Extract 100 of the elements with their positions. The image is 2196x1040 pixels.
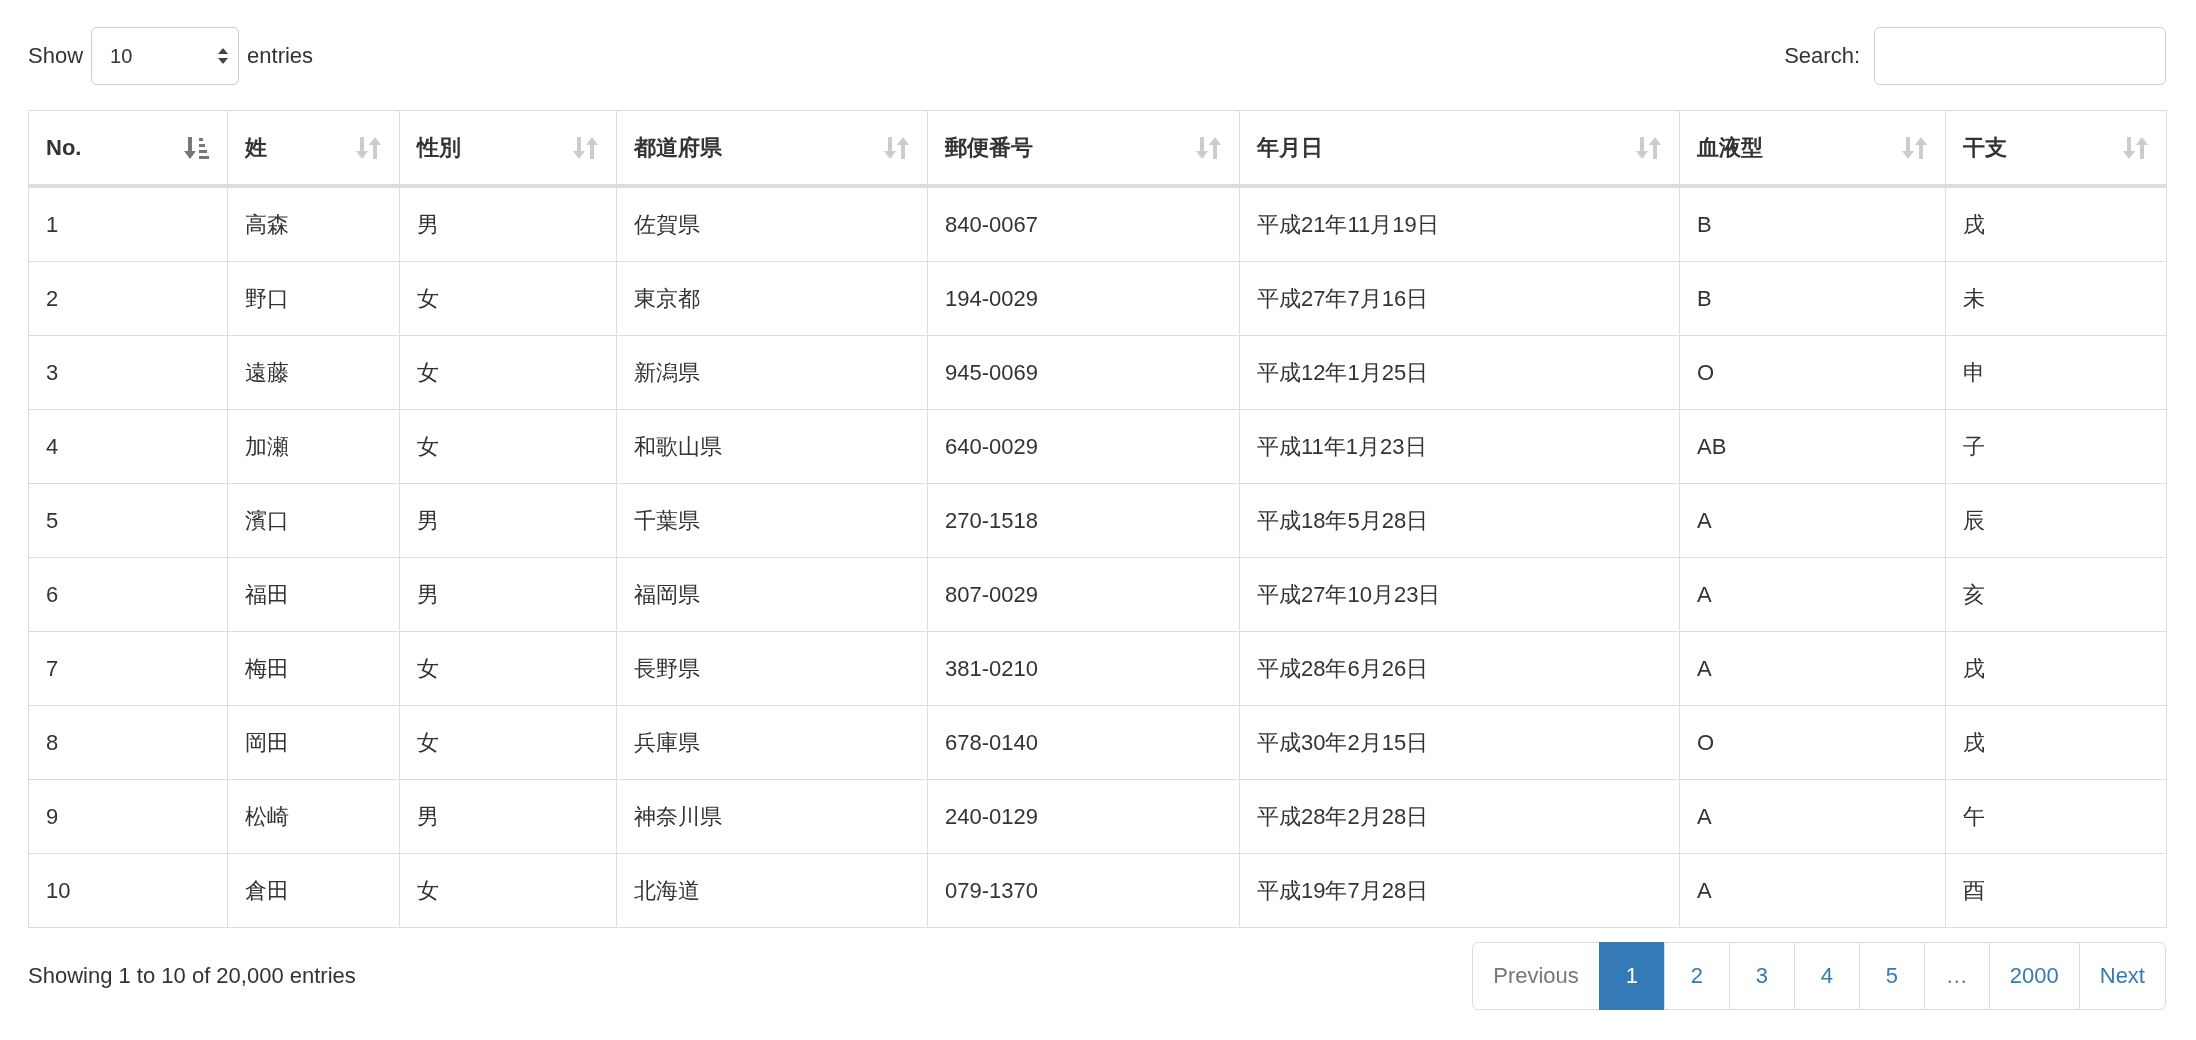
table-cell: 平成30年2月15日	[1239, 705, 1680, 780]
page-button[interactable]: 2	[1663, 942, 1730, 1010]
table-cell: 未	[1945, 261, 2167, 336]
table-cell: 6	[28, 557, 228, 632]
column-header[interactable]: 姓	[227, 110, 400, 186]
table-cell: 5	[28, 483, 228, 558]
show-label: Show	[28, 43, 84, 69]
table-cell: 女	[399, 705, 617, 780]
page-button[interactable]: 3	[1728, 942, 1795, 1010]
table-cell: 男	[399, 557, 617, 632]
table-cell: 神奈川県	[616, 779, 928, 854]
page-button[interactable]: 5	[1858, 942, 1925, 1010]
table-cell: 佐賀県	[616, 186, 928, 262]
table-cell: 加瀬	[227, 409, 400, 484]
table-cell: 平成11年1月23日	[1239, 409, 1680, 484]
table-cell: 9	[28, 779, 228, 854]
table-cell: O	[1679, 335, 1946, 410]
table-cell: A	[1679, 631, 1946, 706]
table-cell: 平成19年7月28日	[1239, 853, 1680, 928]
page-button[interactable]: 1	[1598, 942, 1665, 1010]
table-cell: 381-0210	[927, 631, 1240, 706]
table-cell: 高森	[227, 186, 400, 262]
table-cell: 新潟県	[616, 335, 928, 410]
table-cell: 子	[1945, 409, 2167, 484]
table-cell: 兵庫県	[616, 705, 928, 780]
table-cell: 平成27年7月16日	[1239, 261, 1680, 336]
table-cell: A	[1679, 557, 1946, 632]
table-cell: 079-1370	[927, 853, 1240, 928]
table-cell: 午	[1945, 779, 2167, 854]
spinner-icon	[218, 47, 229, 65]
table-cell: A	[1679, 779, 1946, 854]
table-cell: 戌	[1945, 186, 2167, 262]
table-cell: 辰	[1945, 483, 2167, 558]
table-cell: 松崎	[227, 779, 400, 854]
table-cell: 平成21年11月19日	[1239, 186, 1680, 262]
table-cell: 平成28年6月26日	[1239, 631, 1680, 706]
column-header[interactable]: No.	[28, 110, 228, 186]
table-cell: 女	[399, 261, 617, 336]
table-cell: 2	[28, 261, 228, 336]
table-cell: 男	[399, 779, 617, 854]
search-field[interactable]	[1874, 27, 2166, 85]
sort-icon[interactable]	[184, 134, 210, 161]
table-cell: 270-1518	[927, 483, 1240, 558]
table-cell: 福岡県	[616, 557, 928, 632]
table-cell: 申	[1945, 335, 2167, 410]
table-cell: 戌	[1945, 705, 2167, 780]
table-cell: 北海道	[616, 853, 928, 928]
table-cell: 平成28年2月28日	[1239, 779, 1680, 854]
table-cell: A	[1679, 483, 1946, 558]
table-cell: 平成27年10月23日	[1239, 557, 1680, 632]
table-cell: 1	[28, 186, 228, 262]
table-cell: 240-0129	[927, 779, 1240, 854]
table-cell: 東京都	[616, 261, 928, 336]
table-cell: 678-0140	[927, 705, 1240, 780]
table-cell: 長野県	[616, 631, 928, 706]
table-cell: 194-0029	[927, 261, 1240, 336]
column-header[interactable]: 郵便番号	[927, 110, 1240, 186]
table-cell: 梅田	[227, 631, 400, 706]
column-header[interactable]: 性別	[399, 110, 617, 186]
table-cell: 3	[28, 335, 228, 410]
column-header[interactable]: 干支	[1945, 110, 2167, 186]
table-cell: 濱口	[227, 483, 400, 558]
entries-info: Showing 1 to 10 of 20,000 entries	[28, 963, 356, 989]
table-cell: 亥	[1945, 557, 2167, 632]
column-header[interactable]: 年月日	[1239, 110, 1680, 186]
table-cell: 7	[28, 631, 228, 706]
table-cell: 倉田	[227, 853, 400, 928]
table-cell: 酉	[1945, 853, 2167, 928]
table-cell: B	[1679, 186, 1946, 262]
table-cell: 女	[399, 853, 617, 928]
table-cell: 女	[399, 631, 617, 706]
table-cell: 岡田	[227, 705, 400, 780]
table-cell: 野口	[227, 261, 400, 336]
table-cell: 男	[399, 483, 617, 558]
table-cell: 8	[28, 705, 228, 780]
table-cell: 戌	[1945, 631, 2167, 706]
table-cell: 千葉県	[616, 483, 928, 558]
page-button[interactable]: 4	[1793, 942, 1860, 1010]
table-cell: 平成12年1月25日	[1239, 335, 1680, 410]
table-cell: 945-0069	[927, 335, 1240, 410]
table-cell: AB	[1679, 409, 1946, 484]
table-cell: 640-0029	[927, 409, 1240, 484]
entries-label: entries	[247, 43, 314, 69]
table-cell: 840-0067	[927, 186, 1240, 262]
table-cell: 4	[28, 409, 228, 484]
table-cell: 807-0029	[927, 557, 1240, 632]
table-cell: O	[1679, 705, 1946, 780]
page-button[interactable]: Next	[2078, 942, 2166, 1010]
table-cell: B	[1679, 261, 1946, 336]
table-cell: 平成18年5月28日	[1239, 483, 1680, 558]
search-label: Search:	[1784, 43, 1860, 69]
table-cell: 男	[399, 186, 617, 262]
column-header[interactable]: 血液型	[1679, 110, 1946, 186]
table-cell: 遠藤	[227, 335, 400, 410]
entries-select[interactable]: 10	[91, 27, 240, 85]
table-cell: 福田	[227, 557, 400, 632]
table-cell: 女	[399, 409, 617, 484]
page-button[interactable]: 2000	[1988, 942, 2080, 1010]
column-header[interactable]: 都道府県	[616, 110, 928, 186]
table-cell: A	[1679, 853, 1946, 928]
